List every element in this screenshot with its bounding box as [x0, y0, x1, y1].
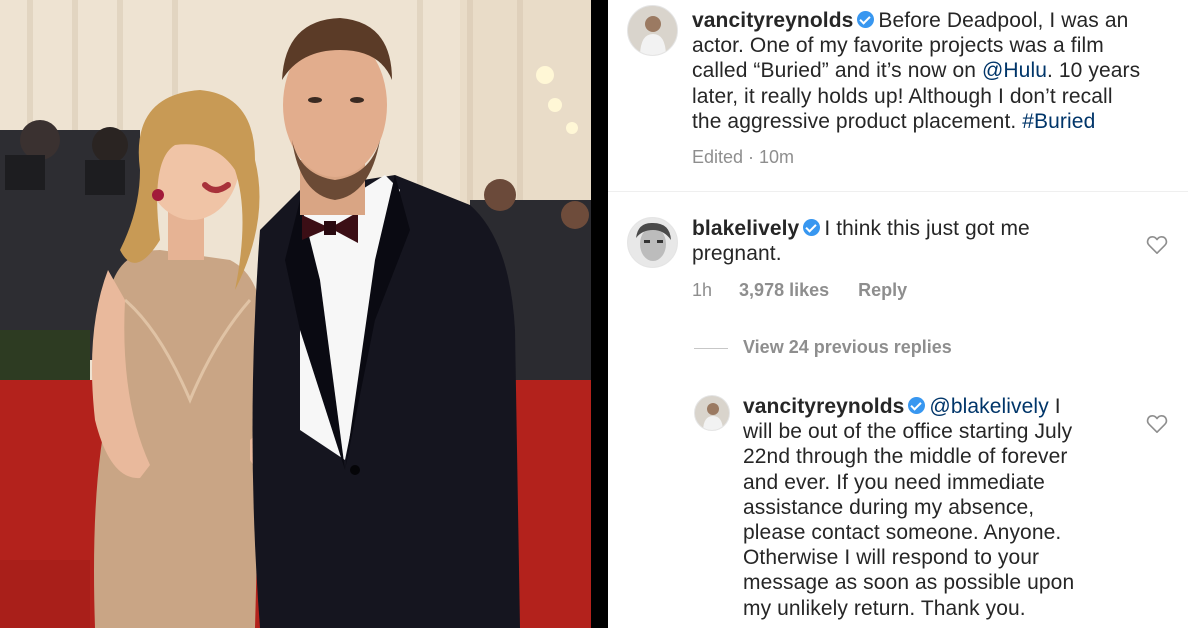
- reply-vancityreynolds: vancityreynolds @blakelively I will be ou…: [743, 394, 1143, 621]
- comment-text: I think this just got me: [824, 217, 1030, 240]
- photo-illustration: [0, 0, 591, 628]
- hulu-mention-link[interactable]: @Hulu: [982, 59, 1047, 82]
- comment-meta: 1h 3,978 likes Reply: [692, 280, 907, 301]
- reply-text: and ever. If you need immediate: [743, 470, 1045, 494]
- reply-text: assistance during my absence,: [743, 495, 1035, 519]
- reply-text: my unlikely return. Thank you.: [743, 596, 1026, 620]
- verified-badge-icon: [803, 219, 821, 236]
- reply-text: Otherwise I will respond to your: [743, 546, 1040, 570]
- reply-text: I: [1048, 395, 1061, 418]
- reply-text: please contact someone. Anyone.: [743, 521, 1062, 545]
- verified-badge-icon: [908, 397, 926, 414]
- avatar-image: [628, 6, 677, 55]
- buried-hashtag-link[interactable]: #Buried: [1022, 110, 1095, 133]
- caption-line: called “Buried” and it’s now on: [692, 59, 982, 83]
- comment-username[interactable]: blakelively: [692, 217, 799, 240]
- heart-icon[interactable]: [1146, 414, 1168, 434]
- vancityreynolds-avatar[interactable]: [627, 5, 678, 56]
- replies-line: [694, 348, 728, 349]
- comment-blakelively: blakelively I think this just got me preg…: [692, 216, 1132, 266]
- avatar-image: [695, 396, 729, 430]
- post-username[interactable]: vancityreynolds: [692, 9, 853, 32]
- comment-likes[interactable]: 3,978 likes: [739, 280, 829, 300]
- instagram-comments-panel: vancityreynolds Before Deadpool, I was an…: [608, 0, 1200, 628]
- reply-text: message as soon as possible upon: [743, 571, 1075, 595]
- reply-text: will be out of the office starting July: [743, 420, 1073, 444]
- verified-badge-icon: [857, 11, 875, 28]
- blakelively-mention-link[interactable]: @blakelively: [929, 395, 1048, 418]
- panel-divider: [591, 0, 608, 628]
- view-previous-replies-button[interactable]: View 24 previous replies: [743, 337, 952, 358]
- avatar-image: [628, 218, 677, 267]
- post-caption: vancityreynolds Before Deadpool, I was an…: [692, 8, 1192, 134]
- celebrity-photo: [0, 0, 591, 628]
- reply-text: 22nd through the middle of forever: [743, 445, 1068, 469]
- heart-icon[interactable]: [1146, 235, 1168, 255]
- caption-line: the aggressive product placement.: [692, 109, 1023, 133]
- caption-line: . 10 years: [1047, 59, 1141, 83]
- vancityreynolds-reply-avatar[interactable]: [694, 395, 730, 431]
- caption-line: later, it really holds up! Although I do…: [692, 84, 1113, 108]
- reply-button[interactable]: Reply: [858, 280, 907, 300]
- blakelively-avatar[interactable]: [627, 217, 678, 268]
- comment-time: 1h: [692, 280, 713, 300]
- post-edited-time: Edited · 10m: [692, 147, 795, 167]
- caption-divider: [608, 191, 1188, 192]
- caption-line: actor. One of my favorite projects was a…: [692, 34, 1104, 58]
- reply-username[interactable]: vancityreynolds: [743, 395, 904, 418]
- comment-text: pregnant.: [692, 242, 782, 266]
- caption-line: Before Deadpool, I was an: [878, 9, 1129, 32]
